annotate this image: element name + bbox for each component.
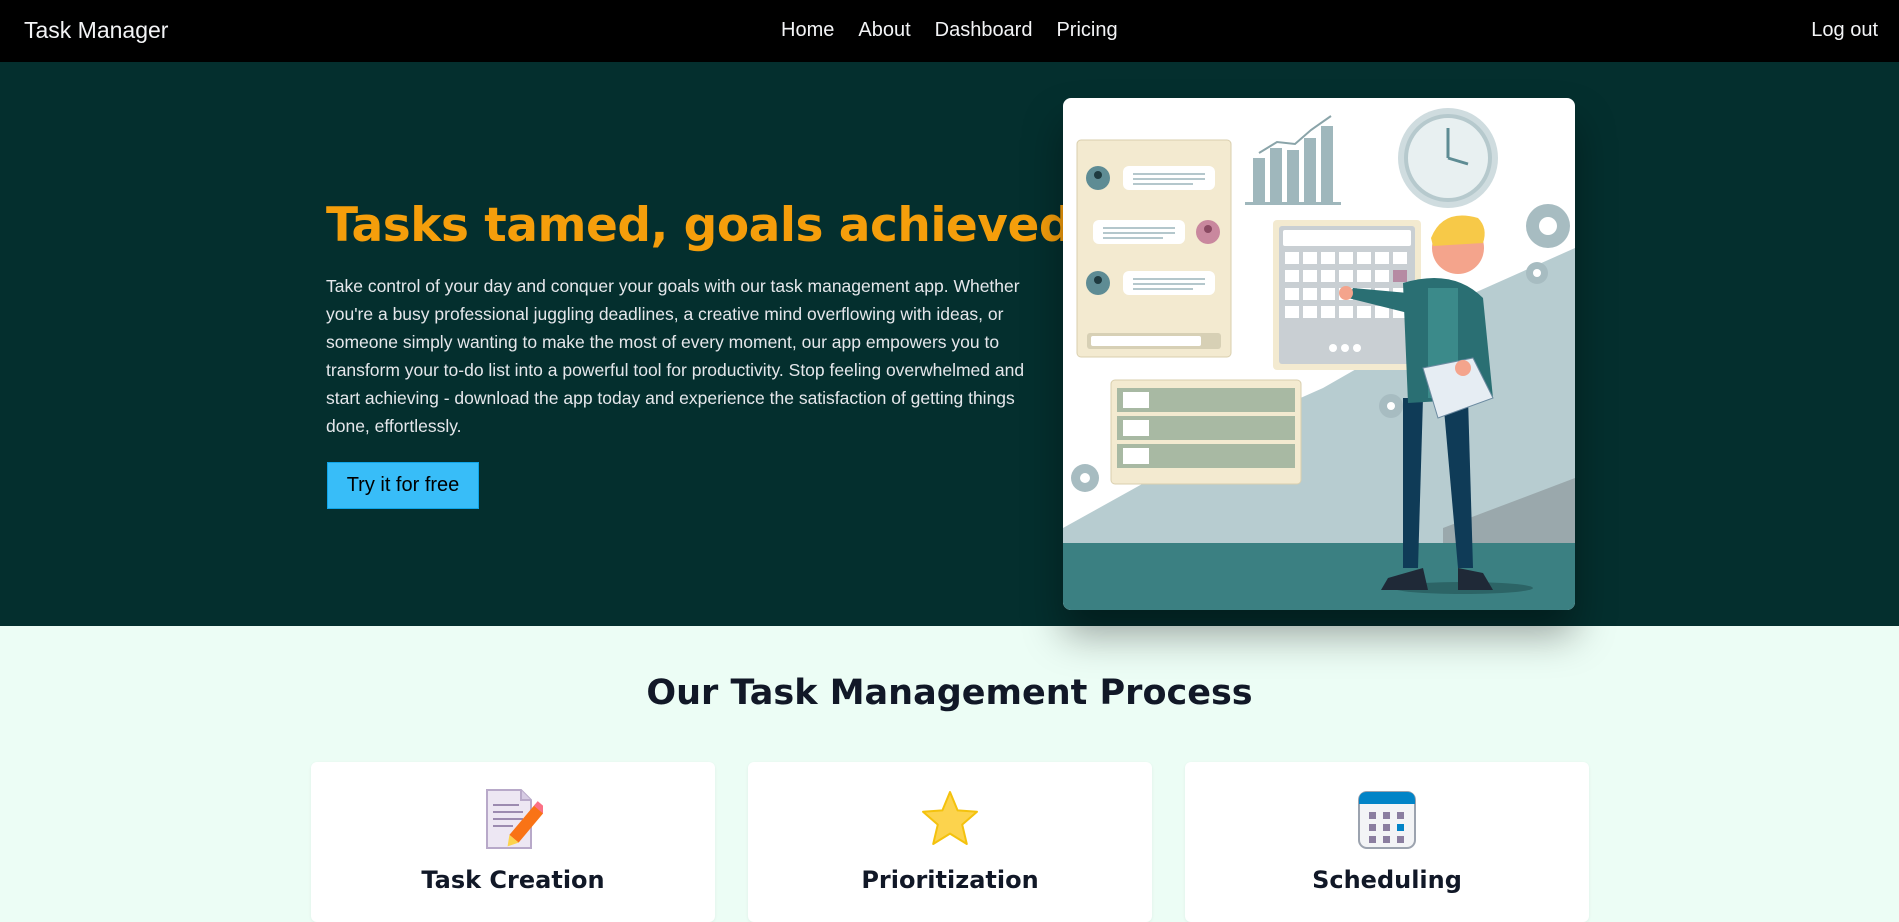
memo-pencil-icon <box>483 788 547 850</box>
nav-link-about[interactable]: About <box>858 19 910 42</box>
logout-link[interactable]: Log out <box>1811 19 1878 42</box>
card-label: Prioritization <box>861 866 1039 894</box>
process-section-title: Our Task Management Process <box>646 673 1253 713</box>
try-free-button[interactable]: Try it for free <box>327 462 479 509</box>
calendar-icon <box>1357 788 1417 850</box>
hero-title: Tasks tamed, goals achieved. <box>326 198 1090 253</box>
brand-logo-text[interactable]: Task Manager <box>24 17 168 44</box>
process-card-task-creation: Task Creation <box>311 762 715 922</box>
nav-link-pricing[interactable]: Pricing <box>1056 19 1117 42</box>
nav-link-dashboard[interactable]: Dashboard <box>935 19 1033 42</box>
card-label: Task Creation <box>421 866 605 894</box>
hero-illustration <box>1063 98 1575 610</box>
card-label: Scheduling <box>1312 866 1462 894</box>
nav-links: Home About Dashboard Pricing <box>781 19 1118 42</box>
process-card-scheduling: Scheduling <box>1185 762 1589 922</box>
process-card-prioritization: Prioritization <box>748 762 1152 922</box>
star-icon <box>920 788 980 850</box>
top-navbar: Task Manager Home About Dashboard Pricin… <box>0 0 1899 62</box>
nav-link-home[interactable]: Home <box>781 19 834 42</box>
hero-description: Take control of your day and conquer you… <box>326 276 1025 436</box>
task-management-illustration <box>1063 108 1575 610</box>
hero-section: Tasks tamed, goals achieved. Take contro… <box>0 62 1899 626</box>
